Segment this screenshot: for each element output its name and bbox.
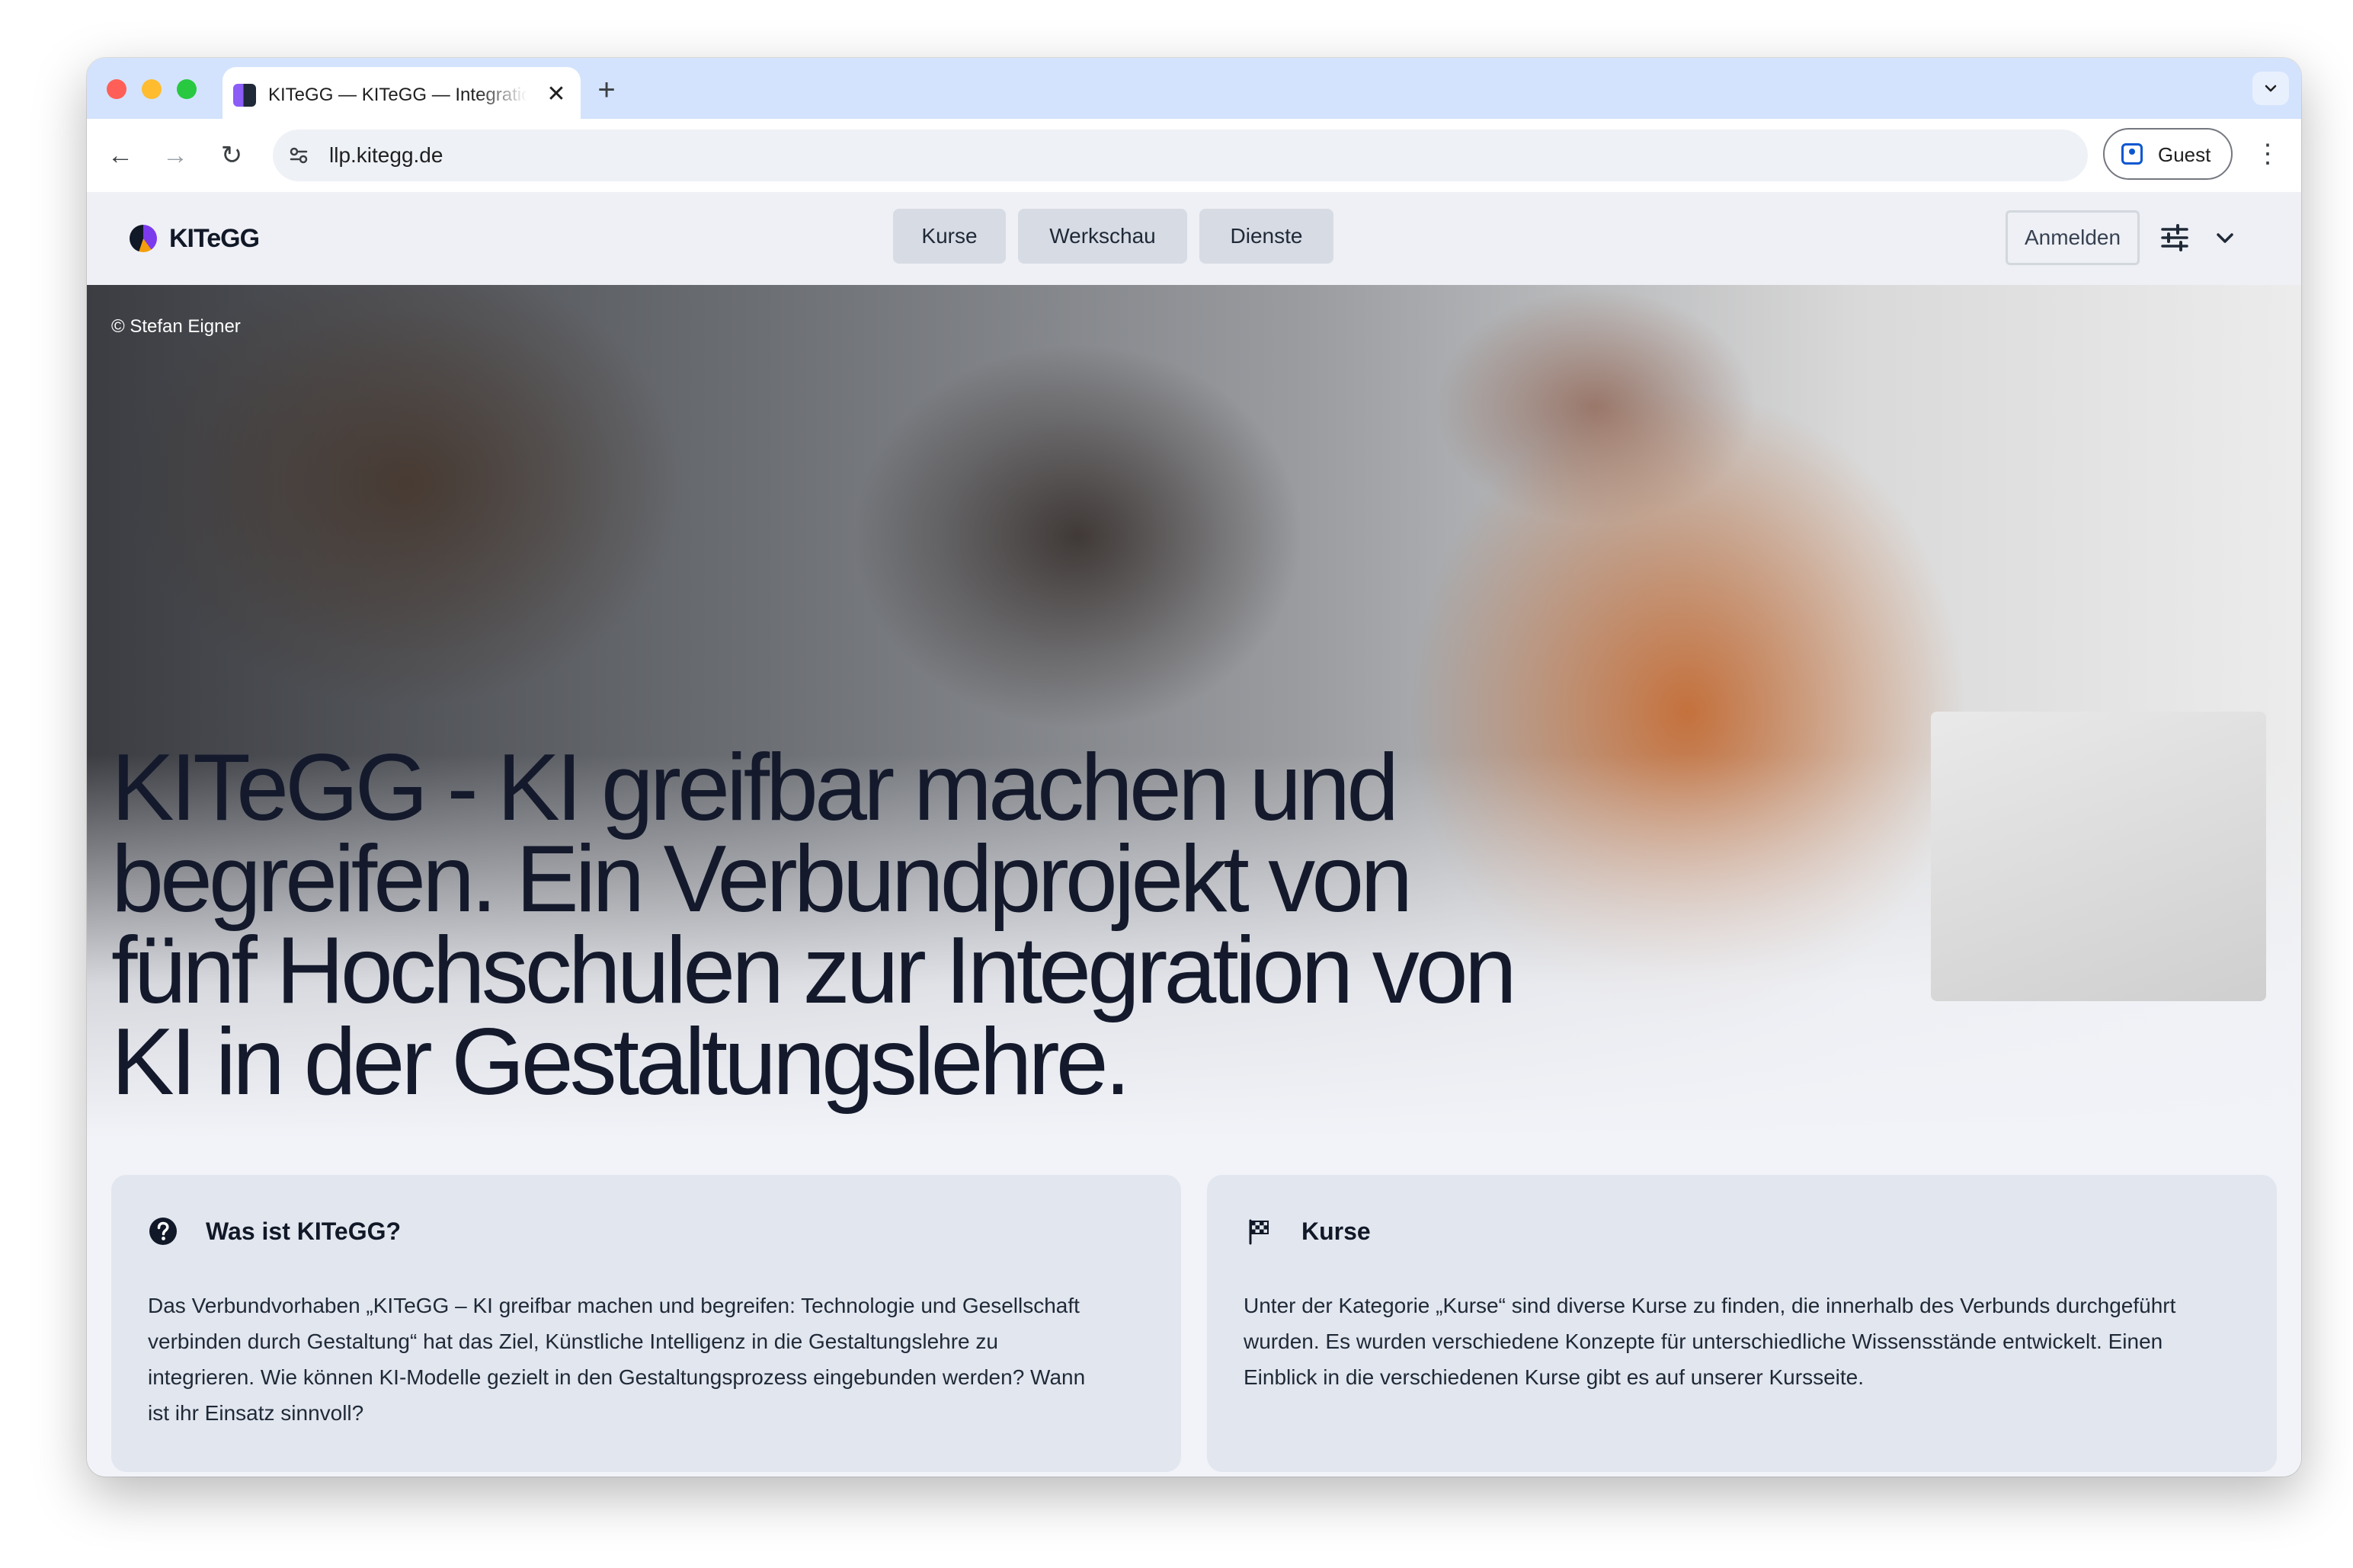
card-body: Das Verbundvorhaben „KITeGG – KI greifba…	[148, 1294, 1086, 1425]
card-title: Kurse	[1301, 1218, 1371, 1245]
browser-menu-button[interactable]: ⋮	[2249, 136, 2286, 172]
hero-section: © Stefan Eigner KITeGG - KI greifbar mac…	[87, 285, 2301, 1138]
hero-title: KITeGG - KI greifbar machen und begreife…	[111, 735, 1517, 1115]
chevron-down-icon[interactable]	[2213, 226, 2237, 250]
maximize-window-button[interactable]	[177, 79, 197, 99]
minimize-window-button[interactable]	[142, 79, 162, 99]
browser-window: KITeGG — KITeGG — Integration von KI in …	[87, 58, 2301, 1477]
settings-sliders-icon[interactable]	[2159, 222, 2190, 253]
new-tab-button[interactable]: +	[590, 73, 623, 107]
profile-label: Guest	[2158, 143, 2211, 166]
card-body: Unter der Kategorie „Kurse“ sind diverse…	[1244, 1294, 2176, 1389]
hero-background-laptop	[1931, 712, 2266, 1001]
info-card-kurse: Kurse Unter der Kategorie „Kurse“ sind d…	[1207, 1175, 2277, 1472]
back-button[interactable]: ←	[102, 137, 139, 174]
site-header: KITeGG Kurse Werkschau Dienste Anmelden	[87, 192, 2301, 285]
info-card-what-is: Was ist KITeGG? Das Verbundvorhaben „KIT…	[111, 1175, 1181, 1472]
tab-strip: KITeGG — KITeGG — Integration von KI in …	[87, 58, 2301, 119]
close-window-button[interactable]	[107, 79, 126, 99]
login-button[interactable]: Anmelden	[2006, 210, 2140, 265]
kitegg-logo-icon[interactable]	[130, 225, 157, 252]
browser-tab-active[interactable]: KITeGG — KITeGG — Integration von KI in …	[222, 67, 581, 119]
card-title: Was ist KITeGG?	[206, 1218, 402, 1245]
url-text[interactable]: llp.kitegg.de	[329, 142, 443, 168]
browser-toolbar: ← → ↻ llp.kitegg.de Guest ⋮	[87, 119, 2301, 194]
question-circle-icon	[149, 1218, 177, 1245]
site-settings-icon[interactable]	[285, 142, 312, 169]
nav-dienste-button[interactable]: Dienste	[1199, 209, 1333, 264]
profile-button[interactable]: Guest	[2103, 128, 2233, 180]
main-nav: Kurse Werkschau Dienste	[893, 209, 1333, 264]
photo-credit: © Stefan Eigner	[111, 316, 241, 337]
kitegg-favicon-icon	[233, 84, 256, 107]
reload-button[interactable]: ↻	[213, 137, 250, 174]
checkered-flag-icon	[1249, 1219, 1269, 1245]
site-logo-text[interactable]: KITeGG	[169, 224, 260, 253]
tab-title: KITeGG — KITeGG — Integration von KI in …	[268, 85, 527, 105]
nav-werkschau-button[interactable]: Werkschau	[1018, 209, 1187, 264]
nav-kurse-button[interactable]: Kurse	[893, 209, 1006, 264]
guest-profile-icon	[2121, 143, 2143, 165]
tab-close-icon[interactable]: ✕	[543, 81, 570, 108]
forward-button[interactable]: →	[157, 137, 194, 174]
tab-search-button[interactable]	[2252, 72, 2289, 105]
chevron-down-icon	[2265, 85, 2277, 92]
address-bar[interactable]: llp.kitegg.de	[273, 130, 2088, 181]
